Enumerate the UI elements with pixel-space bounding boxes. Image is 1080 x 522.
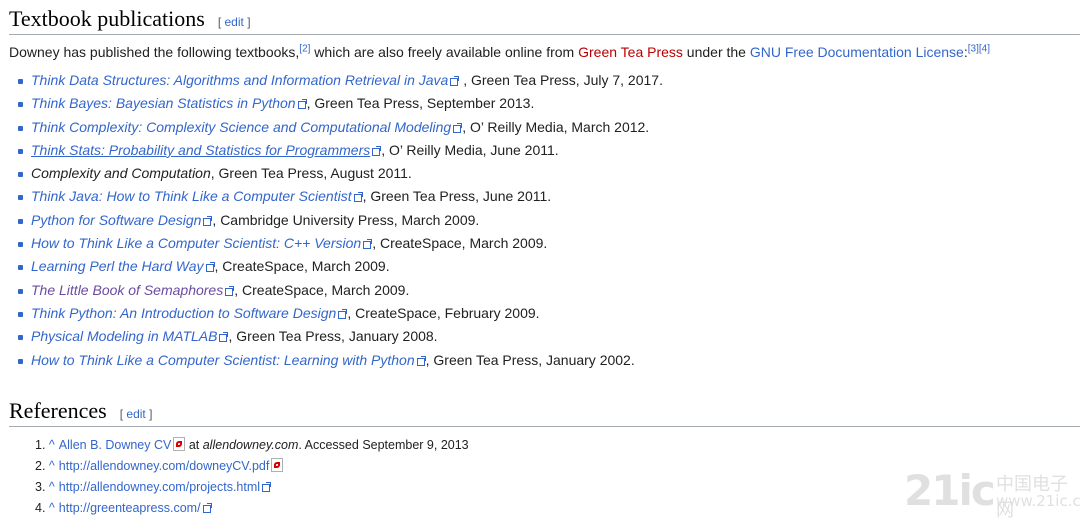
backref-caret[interactable]: ^	[49, 501, 55, 515]
ref-number: 4.	[35, 500, 46, 515]
list-item: The Little Book of Semaphores , CreateSpa…	[18, 279, 1080, 302]
book-details: , O’ Reilly Media, June 2011.	[381, 141, 559, 158]
watermark-logo: 21ic 中国电子网 www.21ic.com	[904, 466, 1080, 521]
gfdl-link[interactable]: GNU Free Documentation License	[750, 44, 964, 60]
book-details: , Green Tea Press, July 7, 2017.	[459, 72, 663, 88]
ref-number: 2.	[35, 458, 46, 473]
book-link[interactable]: The Little Book of Semaphores	[31, 282, 223, 298]
book-link[interactable]: How to Think Like a Computer Scientist: …	[31, 235, 361, 251]
backref-caret[interactable]: ^	[49, 438, 55, 452]
pdf-icon	[271, 457, 284, 472]
green-tea-press-link[interactable]: Green Tea Press	[578, 44, 683, 60]
book-link[interactable]: Think Java: How to Think Like a Computer…	[31, 188, 352, 204]
external-link-icon	[338, 308, 348, 319]
article-content: Textbook publications [ edit ] Downey ha…	[9, 0, 1080, 519]
edit-link[interactable]: edit	[126, 407, 145, 421]
external-link-icon	[363, 239, 373, 250]
reference-item: 1. ^ Allen B. Downey CV at allendowney.co…	[35, 435, 1080, 456]
reference-link[interactable]: http://allendowney.com/downeyCV.pdf	[59, 459, 270, 473]
book-details: , Green Tea Press, June 2011.	[362, 188, 552, 205]
edit-link[interactable]: edit	[225, 15, 244, 29]
watermark-url: www.21ic.com	[996, 492, 1080, 510]
list-item: Physical Modeling in MATLAB , Green Tea P…	[18, 325, 1080, 348]
list-item: How to Think Like a Computer Scientist: …	[18, 232, 1080, 255]
citation-2[interactable]: [2]	[299, 43, 310, 54]
book-details: , CreateSpace, February 2009.	[347, 304, 540, 321]
pdf-icon	[173, 436, 186, 451]
book-link[interactable]: Think Data Structures: Algorithms and In…	[31, 72, 448, 88]
book-details: , CreateSpace, March 2009.	[372, 235, 548, 252]
intro-paragraph: Downey has published the following textb…	[9, 41, 1080, 63]
book-link[interactable]: Physical Modeling in MATLAB	[31, 328, 217, 344]
section-heading-textbooks: Textbook publications [ edit ]	[9, 0, 1080, 35]
edit-section: [ edit ]	[119, 406, 153, 421]
backref-caret[interactable]: ^	[49, 459, 55, 473]
external-link-icon	[416, 355, 426, 366]
section-title: References	[9, 397, 107, 423]
book-link[interactable]: Think Complexity: Complexity Science and…	[31, 119, 451, 135]
external-link-icon	[203, 215, 213, 226]
book-link[interactable]: Think Python: An Introduction to Softwar…	[31, 305, 336, 321]
list-item: Think Data Structures: Algorithms and In…	[18, 69, 1080, 92]
intro-text: under the	[682, 44, 750, 60]
external-link-icon	[297, 99, 307, 110]
external-link-icon	[353, 192, 363, 203]
book-link[interactable]: Python for Software Design	[31, 212, 201, 228]
list-item: Python for Software Design , Cambridge Un…	[18, 209, 1080, 232]
ref-number: 3.	[35, 479, 46, 494]
book-details: , Cambridge University Press, March 2009…	[212, 211, 480, 228]
book-details: , CreateSpace, March 2009.	[214, 258, 390, 275]
book-link[interactable]: Learning Perl the Hard Way	[31, 258, 204, 274]
external-link-icon	[450, 76, 460, 86]
edit-section: [ edit ]	[217, 15, 251, 29]
list-item: Learning Perl the Hard Way , CreateSpace,…	[18, 255, 1080, 278]
book-details: , Green Tea Press, September 2013.	[306, 95, 535, 112]
citation-4[interactable]: [4]	[979, 43, 990, 54]
ref-site: allendowney.com	[202, 437, 299, 452]
external-link-icon	[262, 481, 272, 492]
list-item: Think Java: How to Think Like a Computer…	[18, 185, 1080, 208]
book-link[interactable]: Think Stats: Probability and Statistics …	[31, 142, 370, 158]
external-link-icon	[202, 502, 212, 513]
ref-number: 1.	[35, 437, 46, 452]
book-link[interactable]: Think Bayes: Bayesian Statistics in Pyth…	[31, 95, 296, 111]
external-link-icon	[205, 262, 215, 273]
list-item: Think Stats: Probability and Statistics …	[18, 139, 1080, 162]
intro-text: which are also freely available online f…	[310, 44, 579, 60]
list-item: Think Bayes: Bayesian Statistics in Pyth…	[18, 92, 1080, 115]
book-details: , O’ Reilly Media, March 2012.	[462, 118, 650, 135]
list-item: Think Python: An Introduction to Softwar…	[18, 302, 1080, 325]
book-details: , Green Tea Press, January 2008.	[228, 328, 438, 345]
book-details: , CreateSpace, March 2009.	[234, 281, 410, 298]
section-title: Textbook publications	[9, 6, 205, 31]
reference-link[interactable]: Allen B. Downey CV	[59, 438, 172, 452]
list-item: Think Complexity: Complexity Science and…	[18, 116, 1080, 139]
backref-caret[interactable]: ^	[49, 480, 55, 494]
citation-3[interactable]: [3]	[968, 43, 979, 54]
list-item: Complexity and Computation, Green Tea Pr…	[18, 162, 1080, 185]
section-heading-references: References [ edit ]	[9, 392, 1080, 427]
book-details: , Green Tea Press, August 2011.	[210, 165, 412, 182]
reference-link[interactable]: http://greenteapress.com/	[59, 501, 201, 515]
ref-text: . Accessed September 9, 2013	[298, 437, 469, 452]
external-link-icon	[372, 145, 382, 156]
book-link[interactable]: How to Think Like a Computer Scientist: …	[31, 352, 415, 368]
watermark-number: 21ic	[904, 466, 996, 515]
external-link-icon	[219, 332, 229, 343]
intro-text: Downey has published the following textb…	[9, 44, 300, 60]
external-link-icon	[453, 122, 463, 133]
book-title: Complexity and Computation	[31, 165, 211, 182]
textbook-list: Think Data Structures: Algorithms and In…	[9, 69, 1080, 372]
ref-text: at	[185, 437, 203, 452]
external-link-icon	[225, 285, 235, 296]
reference-link[interactable]: http://allendowney.com/projects.html	[59, 480, 260, 494]
list-item: How to Think Like a Computer Scientist: …	[18, 349, 1080, 372]
book-details: , Green Tea Press, January 2002.	[425, 351, 635, 368]
